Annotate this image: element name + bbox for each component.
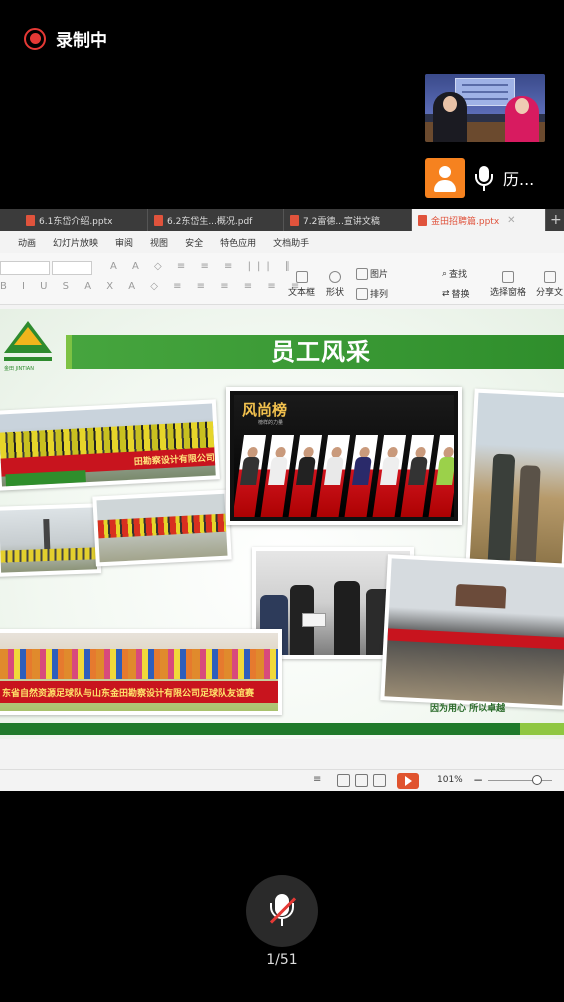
slide-canvas[interactable]: 金田 JINTIAN 员工风采 田勘察设计有限公司 风尚榜 榜样的力量 东省自然…: [0, 309, 564, 739]
photo-monument: [0, 503, 102, 577]
presenter-person: [433, 92, 467, 142]
board-subtitle: 榜样的力量: [258, 420, 284, 426]
zoom-slider[interactable]: [488, 780, 552, 781]
company-logo: 金田 JINTIAN: [0, 321, 54, 372]
pptx-file-icon: [418, 214, 427, 226]
tab-label: 6.2东岱生...概况.pdf: [167, 216, 253, 227]
photo-football-team: 东省自然资源足球队与山东金田勘察设计有限公司足球队友谊赛: [0, 629, 282, 715]
menu-item-animation[interactable]: 动画: [18, 236, 36, 249]
select-pane-icon: [502, 271, 514, 283]
menu-item-view[interactable]: 视图: [150, 236, 168, 249]
tab-label: 7.2雷德...宣讲文稿: [303, 216, 380, 227]
video-thumbnail[interactable]: [425, 74, 545, 142]
tab-label: 金田招聘篇.pptx: [431, 216, 500, 227]
document-tab-bar: 6.1东岱介绍.pptx 6.2东岱生...概况.pdf 7.2雷德...宣讲文…: [0, 209, 564, 231]
pptx-file-icon: [26, 214, 35, 226]
format-controls: A A ◇ ≡ ≡ ≡ ||| ∥ B I U S A X A ◇ ≡ ≡ ≡ …: [0, 261, 299, 301]
document-tab[interactable]: 6.2东岱生...概况.pdf: [148, 209, 284, 231]
shape-icon: [329, 271, 341, 283]
share-icon: [543, 271, 556, 283]
photo-team-group: 田勘察设计有限公司: [0, 399, 220, 491]
document-tab-active[interactable]: 金田招聘篇.pptx ✕: [412, 209, 546, 231]
slide-caption: 因为用心 所以卓越: [430, 704, 506, 714]
employee-card: [315, 435, 351, 517]
picture-icon: [356, 267, 368, 280]
photo-field-survey: [465, 388, 564, 572]
add-tab-icon[interactable]: +: [550, 209, 562, 231]
mute-button[interactable]: [246, 875, 318, 947]
menu-bar: 动画 幻灯片放映 审阅 视图 安全 特色应用 文档助手: [0, 231, 564, 253]
zoom-out-icon[interactable]: −: [473, 773, 483, 787]
menu-item-doc-assistant[interactable]: 文档助手: [273, 236, 309, 249]
tab-label: 6.1东岱介绍.pptx: [39, 216, 113, 227]
slide-footer-bar: [0, 723, 520, 735]
share-button[interactable]: 分享文: [536, 271, 563, 298]
employee-card: [371, 435, 407, 517]
font-size-box[interactable]: [52, 261, 92, 275]
doc-file-icon: [290, 214, 299, 226]
menu-item-features[interactable]: 特色应用: [220, 236, 256, 249]
presenter-person: [505, 96, 539, 142]
shape-button[interactable]: 形状: [326, 271, 344, 298]
notes-icon[interactable]: ≡: [313, 774, 326, 787]
microphone-icon: [471, 163, 497, 193]
employee-card: [399, 435, 435, 517]
menu-item-review[interactable]: 审阅: [115, 236, 133, 249]
slide-footer-accent: [520, 723, 564, 735]
textbox-button[interactable]: 文本框: [288, 271, 315, 298]
document-tab[interactable]: 6.1东岱介绍.pptx: [20, 209, 148, 231]
zoom-level[interactable]: 101%: [437, 775, 463, 785]
participant-row[interactable]: 历...: [425, 158, 534, 198]
textbox-icon: [295, 271, 308, 283]
reading-view-icon[interactable]: [373, 774, 386, 787]
recording-label: 录制中: [56, 31, 107, 51]
arrange-icon: [356, 287, 368, 300]
slide-sorter-icon[interactable]: [355, 774, 368, 787]
find-button[interactable]: ⌕ 查找: [442, 267, 467, 281]
page-indicator: 1/51: [266, 952, 298, 968]
employee-card: [259, 435, 295, 517]
font-format-icons[interactable]: A A ◇ ≡ ≡ ≡ ||| ∥: [110, 261, 296, 272]
board-title: 风尚榜: [242, 401, 288, 419]
user-avatar-icon: [425, 158, 465, 198]
text-style-icons[interactable]: B I U S A X A ◇ ≡ ≡ ≡ ≡ ≡ ≡: [0, 281, 305, 292]
shared-screen: 6.1东岱介绍.pptx 6.2东岱生...概况.pdf 7.2雷德...宣讲文…: [0, 209, 564, 791]
pdf-file-icon: [154, 214, 163, 226]
status-bar: ≡ 101% −: [0, 769, 564, 791]
slide-title: 员工风采: [271, 337, 371, 366]
select-pane-button[interactable]: 选择窗格: [490, 271, 526, 298]
font-name-box[interactable]: [0, 261, 50, 275]
record-dot-icon: [24, 27, 46, 50]
photo-banner-text: 东省自然资源足球队与山东金田勘察设计有限公司足球队友谊赛: [0, 681, 278, 703]
search-icon: ⌕: [442, 268, 448, 279]
menu-item-slideshow[interactable]: 幻灯片放映: [53, 236, 98, 249]
photo-banner-text: [387, 628, 564, 650]
zoom-slider-handle[interactable]: [532, 775, 542, 785]
employee-card: [343, 435, 379, 517]
ribbon-toolbar: A A ◇ ≡ ≡ ≡ ||| ∥ B I U S A X A ◇ ≡ ≡ ≡ …: [0, 253, 564, 305]
close-icon[interactable]: ✕: [507, 215, 515, 226]
slide-title-bar: 员工风采: [66, 335, 564, 369]
ranking-board-photo: 风尚榜 榜样的力量: [226, 387, 462, 525]
picture-button[interactable]: 图片: [356, 267, 388, 280]
arrange-button[interactable]: 排列: [356, 287, 388, 300]
photo-team-field: [92, 489, 232, 567]
replace-button[interactable]: ⇄ 替换: [442, 287, 470, 301]
recording-indicator: 录制中: [24, 26, 107, 51]
normal-view-icon[interactable]: [337, 774, 350, 787]
participant-name: 历...: [503, 170, 535, 189]
document-tab[interactable]: 7.2雷德...宣讲文稿: [284, 209, 412, 231]
replace-icon: ⇄: [442, 288, 450, 299]
employee-card: [287, 435, 323, 517]
menu-item-security[interactable]: 安全: [185, 236, 203, 249]
play-slideshow-icon[interactable]: [397, 773, 419, 789]
photo-temple-group: [380, 554, 564, 710]
